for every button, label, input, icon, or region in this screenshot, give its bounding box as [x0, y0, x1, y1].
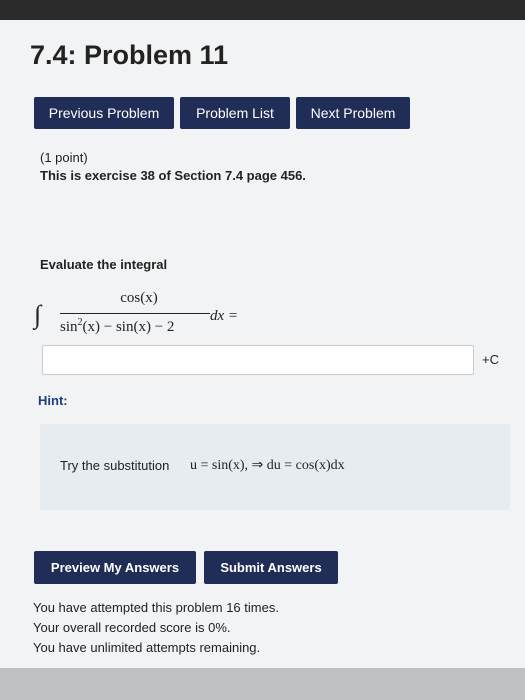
hint-formula: u = sin(x), ⇒ du = cos(x)dx [190, 458, 345, 473]
submit-answers-button[interactable]: Submit Answers [204, 551, 338, 584]
dx-equals: dx = [210, 308, 239, 324]
integral-sign: ∫ [34, 300, 42, 329]
fraction-bar [60, 313, 210, 314]
integral-expression: ∫ cos(x) sin2(x) − sin(x) − 2 dx = [34, 290, 294, 346]
hint-text: Try the substitution [60, 458, 170, 473]
problem-prompt: Evaluate the integral [40, 257, 168, 272]
previous-problem-button[interactable]: Previous Problem [34, 97, 174, 129]
next-problem-button[interactable]: Next Problem [296, 97, 410, 129]
integrand-numerator: cos(x) [120, 290, 158, 306]
attempts-message: You have attempted this problem 16 times… [33, 600, 279, 615]
exercise-reference: This is exercise 38 of Section 7.4 page … [40, 168, 306, 183]
point-value: (1 point) [40, 150, 88, 165]
integrand-fraction: cos(x) sin2(x) − sin(x) − 2 [60, 290, 210, 336]
remaining-attempts-message: You have unlimited attempts remaining. [33, 640, 261, 655]
monitor-bottom-bezel [0, 668, 525, 700]
monitor-top-bezel [0, 0, 525, 22]
integrand-denominator: sin2(x) − sin(x) − 2 [60, 317, 210, 336]
denominator-rest: (x) − sin(x) − 2 [82, 319, 175, 335]
preview-answers-button[interactable]: Preview My Answers [34, 551, 196, 584]
score-message: Your overall recorded score is 0%. [33, 620, 231, 635]
page-title: 7.4: Problem 11 [30, 40, 229, 70]
hint-toggle[interactable]: Hint: [38, 393, 68, 408]
problem-list-button[interactable]: Problem List [180, 97, 290, 129]
denominator-sin: sin [60, 319, 78, 335]
constant-suffix: +C [482, 352, 499, 367]
answer-input[interactable] [42, 345, 474, 375]
